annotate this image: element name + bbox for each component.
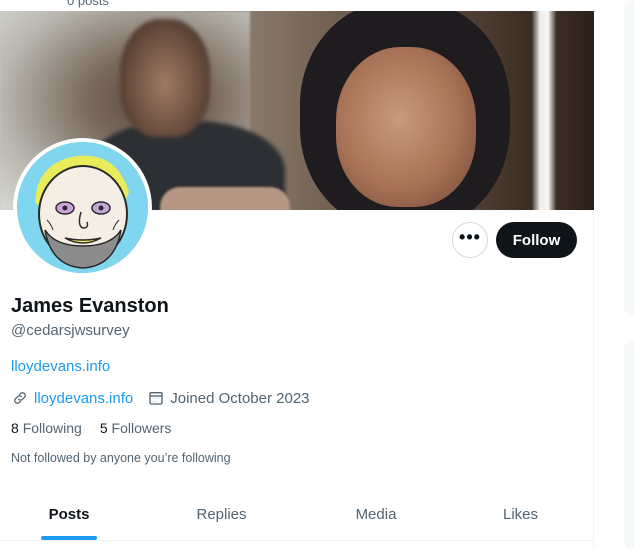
joined-item: Joined October 2023: [147, 389, 310, 407]
follow-stats: 8 Following 5 Followers: [11, 420, 189, 436]
active-tab-indicator: [41, 536, 97, 540]
website-link[interactable]: lloydevans.info: [34, 390, 133, 407]
joined-date: Joined October 2023: [170, 389, 310, 407]
avatar-cartoon-face: [17, 142, 148, 273]
followers-link[interactable]: 5 Followers: [100, 420, 172, 436]
profile-name: James Evanston: [11, 295, 169, 317]
link-icon: [11, 389, 29, 407]
followers-label: Followers: [111, 420, 172, 436]
tab-posts-label: Posts: [48, 506, 90, 523]
more-dots-icon: •••: [459, 227, 481, 247]
tab-media[interactable]: Media: [305, 489, 447, 540]
banner-figure-face: [336, 47, 476, 207]
avatar-image: [17, 142, 148, 273]
avatar[interactable]: [13, 138, 152, 277]
following-link[interactable]: 8 Following: [11, 420, 82, 436]
banner-hand: [160, 187, 290, 210]
header-bar: 0 posts: [0, 0, 594, 11]
profile-column: 0 posts ••• Follow James Evanston @cedar…: [0, 0, 594, 549]
profile-handle: @cedarsjwsurvey: [11, 322, 130, 339]
profile-tabs: Posts Replies Media Likes: [0, 489, 594, 541]
bio-link[interactable]: lloydevans.info: [11, 358, 110, 375]
following-count: 8: [11, 420, 19, 436]
tab-likes[interactable]: Likes: [447, 489, 594, 540]
follow-button[interactable]: Follow: [496, 222, 577, 258]
not-followed-note: Not followed by anyone you’re following: [11, 451, 231, 465]
website-item: lloydevans.info: [11, 389, 133, 407]
tab-likes-label: Likes: [502, 506, 539, 523]
posts-count: 0 posts: [67, 0, 109, 8]
tab-replies[interactable]: Replies: [138, 489, 305, 540]
profile-meta-row: lloydevans.info Joined October 2023: [11, 389, 324, 407]
tab-posts[interactable]: Posts: [0, 489, 138, 540]
tab-replies-label: Replies: [196, 506, 247, 523]
sidebar-card: [624, 0, 634, 316]
more-options-button[interactable]: •••: [452, 222, 488, 258]
sidebar-card: [624, 340, 634, 549]
banner-figure-head: [120, 19, 210, 137]
calendar-icon: [147, 389, 165, 407]
tab-media-label: Media: [355, 506, 397, 523]
following-label: Following: [22, 420, 82, 436]
followers-count: 5: [99, 420, 108, 436]
